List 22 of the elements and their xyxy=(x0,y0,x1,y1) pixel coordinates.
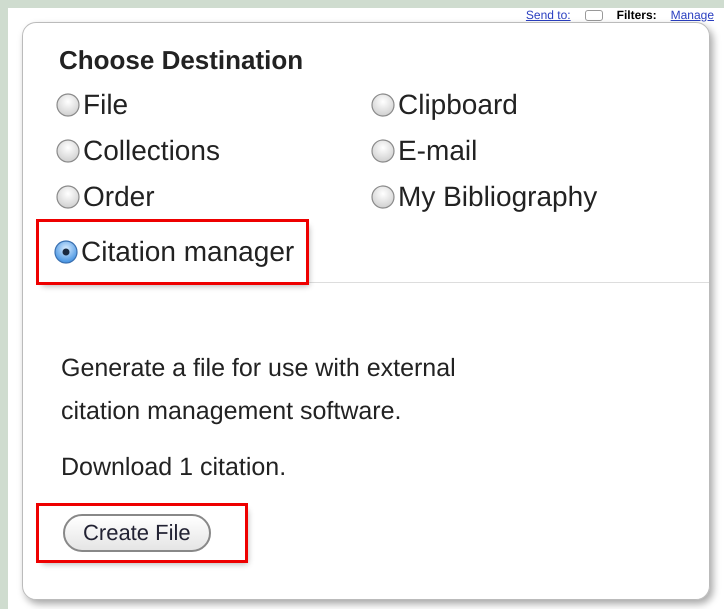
radio-button[interactable] xyxy=(53,239,79,265)
option-label[interactable]: My Bibliography xyxy=(398,181,598,213)
option-label[interactable]: Citation manager xyxy=(81,236,294,268)
option-label[interactable]: Collections xyxy=(83,135,220,167)
radio-button[interactable] xyxy=(370,184,396,210)
filters-label: Filters: xyxy=(616,8,657,22)
option-label[interactable]: File xyxy=(83,89,128,121)
citation-count-text: Download 1 citation. xyxy=(61,453,288,482)
dropdown-field[interactable] xyxy=(584,10,603,20)
option-label[interactable]: E-mail xyxy=(398,135,478,167)
popup-title: Choose Destination xyxy=(59,45,304,76)
manage-filters-link[interactable]: Manage xyxy=(670,8,714,22)
description-text: Generate a file for use with external citation management software. xyxy=(61,353,457,427)
option-label[interactable]: Order xyxy=(83,181,155,213)
radio-button[interactable] xyxy=(370,92,396,118)
create-file-button[interactable]: Create File xyxy=(63,514,211,552)
radio-button[interactable] xyxy=(55,184,81,210)
send-to-link[interactable]: Send to: xyxy=(526,8,571,22)
radio-button[interactable] xyxy=(370,138,396,164)
radio-button[interactable] xyxy=(55,92,81,118)
radio-button[interactable] xyxy=(55,138,81,164)
option-label[interactable]: Clipboard xyxy=(398,89,518,121)
